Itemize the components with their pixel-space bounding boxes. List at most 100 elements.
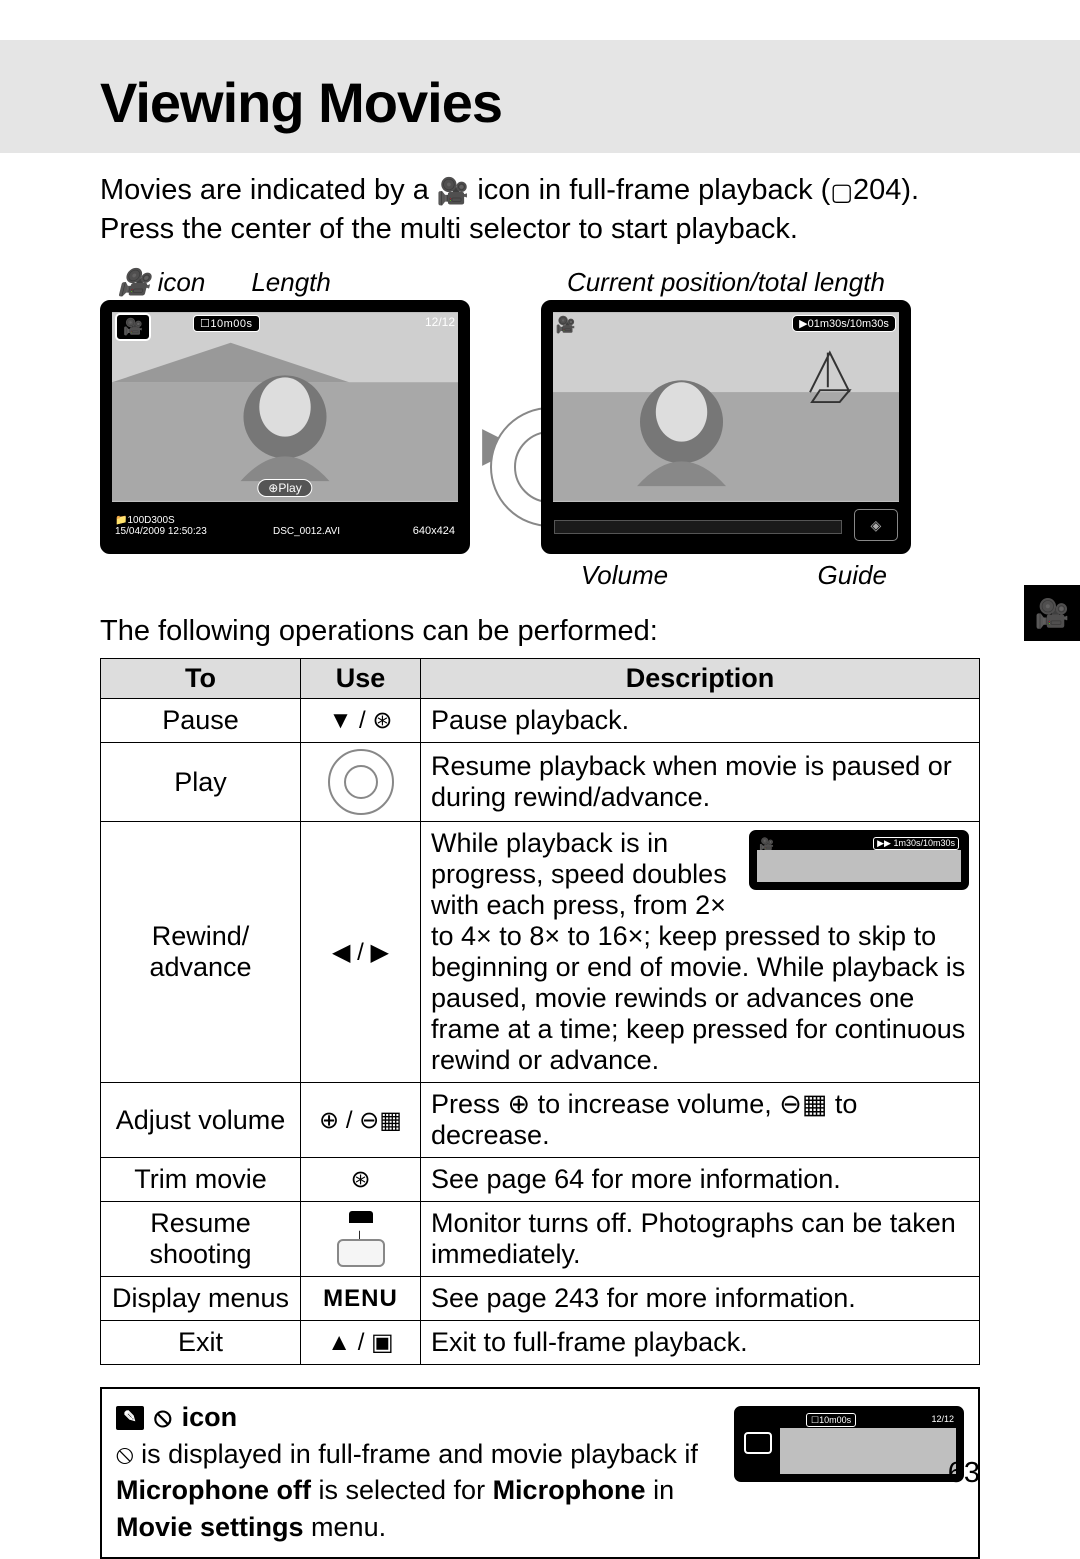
note-mini-screen: ☐10m00s 12/12 [734, 1406, 964, 1482]
cell-to: Adjust volume [101, 1083, 301, 1158]
label-current-pos: Current position/total length [541, 267, 911, 298]
screen1-file: DSC_0012.AVI [273, 526, 340, 537]
th-desc: Description [421, 659, 980, 699]
diagram-right: Current position/total length 🎥 ▶01m30s/… [541, 267, 911, 591]
page-title: Viewing Movies [100, 70, 1080, 135]
note-bold1: Microphone off [116, 1475, 311, 1505]
note-mini-inner [780, 1428, 956, 1474]
table-row: Pause ▼ / ⊛ Pause playback. [101, 699, 980, 743]
screen1-footer-left: 📁100D300S 15/04/2009 12:50:23 [115, 515, 207, 537]
operations-table: To Use Description Pause ▼ / ⊛ Pause pla… [100, 658, 980, 1365]
diagram-left: 🎥 icon Length 🎥 ☐10m00s 12/12 [100, 267, 470, 554]
intro-page-ref: 204 [853, 174, 901, 206]
th-use: Use [301, 659, 421, 699]
mic-off-icon: ⦸ [116, 1439, 134, 1469]
screen2-timebox: ▶01m30s/10m30s [792, 315, 896, 332]
cell-use: ↓ [301, 1202, 421, 1277]
diagram-sublabels: Volume Guide [541, 560, 911, 591]
mini-inner [757, 850, 961, 882]
table-row: Adjust volume ⊕ / ⊖▦ Press ⊕ to increase… [101, 1083, 980, 1158]
playback-screen-2: 🎥 ▶01m30s/10m30s ◈ [541, 300, 911, 554]
cell-to: Trim movie [101, 1158, 301, 1202]
diagram-row: 🎥 icon Length 🎥 ☐10m00s 12/12 [100, 267, 980, 591]
table-row: Rewind/ advance ◀ / ▶ 🎥 ▶▶ 1m30s/10m30s … [101, 822, 980, 1083]
cell-use [301, 743, 421, 822]
note-mid: is selected for [311, 1475, 493, 1505]
playback-screen-1: 🎥 ☐10m00s 12/12 ⊕Play 📁100D300S 15/04/20… [100, 300, 470, 554]
note-box: ✎ ⦸ icon ☐10m00s 12/12 ⦸ is displayed in… [100, 1387, 980, 1559]
screen1-res: 640x424 [413, 525, 455, 537]
screen2-guide-icon: ◈ [854, 509, 898, 541]
mini-movie-icon: 🎥 [759, 837, 774, 851]
table-row: Display menus MENU See page 243 for more… [101, 1277, 980, 1321]
cell-use: ⊛ [301, 1158, 421, 1202]
table-header-row: To Use Description [101, 659, 980, 699]
label-volume: Volume [581, 560, 668, 591]
cell-desc: Press ⊕ to increase volume, ⊖▦ to decrea… [421, 1083, 980, 1158]
shutter-release-icon: ↓ [333, 1211, 389, 1267]
page-ref-icon: ▢ [830, 177, 853, 209]
screen1-illustration [112, 312, 458, 502]
pencil-icon: ✎ [116, 1406, 144, 1430]
cell-use: ◀ / ▶ [301, 822, 421, 1083]
table-row: Trim movie ⊛ See page 64 for more inform… [101, 1158, 980, 1202]
screen2-progress-bar [554, 520, 842, 534]
cell-desc: 🎥 ▶▶ 1m30s/10m30s While playback is in p… [421, 822, 980, 1083]
cell-to: Rewind/ advance [101, 822, 301, 1083]
note-pre: is displayed in full-frame and movie pla… [134, 1439, 698, 1469]
note-mini-length: ☐10m00s [806, 1413, 856, 1427]
desc-post: with each press, from 2× to 4× to 8× to … [431, 890, 965, 1075]
table-row: Play Resume playback when movie is pause… [101, 743, 980, 822]
ops-intro: The following operations can be performe… [100, 615, 980, 648]
label-guide: Guide [818, 560, 887, 591]
cell-desc: Pause playback. [421, 699, 980, 743]
diagram-labels-left: 🎥 icon Length [118, 267, 470, 298]
table-row: Resume shooting ↓ Monitor turns off. Pho… [101, 1202, 980, 1277]
cell-to: Exit [101, 1321, 301, 1365]
intro-text-2: icon in full-frame playback ( [469, 174, 830, 206]
mic-off-icon: ⦸ [154, 1399, 172, 1435]
cell-desc: See page 243 for more information. [421, 1277, 980, 1321]
note-end: menu. [304, 1512, 387, 1542]
cell-to: Resume shooting [101, 1202, 301, 1277]
label-length: Length [251, 267, 331, 298]
cell-desc: Exit to full-frame playback. [421, 1321, 980, 1365]
rewind-mini-screen: 🎥 ▶▶ 1m30s/10m30s [749, 830, 969, 890]
cell-desc: See page 64 for more information. [421, 1158, 980, 1202]
movie-icon: 🎥 [118, 267, 150, 297]
note-bold3: Movie settings [116, 1512, 304, 1542]
note-mini-movie-badge [744, 1432, 772, 1454]
cell-use: MENU [301, 1277, 421, 1321]
movie-icon: 🎥 [437, 174, 469, 209]
section-tab-icon: 🎥 [1024, 585, 1080, 641]
intro-text-1: Movies are indicated by a [100, 174, 437, 206]
title-bar: Viewing Movies [0, 40, 1080, 153]
cell-to: Pause [101, 699, 301, 743]
label-icon-word: icon [158, 267, 206, 297]
desc-pre: While playback is in progress, speed dou… [431, 828, 727, 889]
multi-selector-icon [328, 749, 394, 815]
th-to: To [101, 659, 301, 699]
cell-use: ▲ / ▣ [301, 1321, 421, 1365]
screen1-count: 12/12 [425, 315, 455, 329]
cell-desc: Monitor turns off. Photographs can be ta… [421, 1202, 980, 1277]
mini-time: ▶▶ 1m30s/10m30s [873, 837, 959, 850]
note-bold2: Microphone [493, 1475, 646, 1505]
screen1-folder: 📁100D300S [115, 515, 207, 526]
table-row: Exit ▲ / ▣ Exit to full-frame playback. [101, 1321, 980, 1365]
screen1-image [111, 311, 459, 503]
note-mini-count: 12/12 [931, 1413, 954, 1425]
screen1-length: ☐10m00s [193, 315, 260, 332]
note-mid2: in [646, 1475, 675, 1505]
content-area: Movies are indicated by a 🎥 icon in full… [0, 153, 1080, 1559]
screen2-illustration [553, 312, 899, 502]
cell-to: Display menus [101, 1277, 301, 1321]
screen2-movie-badge: 🎥 [556, 315, 576, 335]
screen1-movie-badge: 🎥 [115, 313, 151, 341]
cell-use: ⊕ / ⊖▦ [301, 1083, 421, 1158]
screen1-date: 15/04/2009 12:50:23 [115, 526, 207, 537]
label-movie-icon: 🎥 icon [118, 267, 205, 298]
cell-to: Play [101, 743, 301, 822]
cell-desc: Resume playback when movie is paused or … [421, 743, 980, 822]
screen1-play-indicator: ⊕Play [257, 479, 312, 497]
